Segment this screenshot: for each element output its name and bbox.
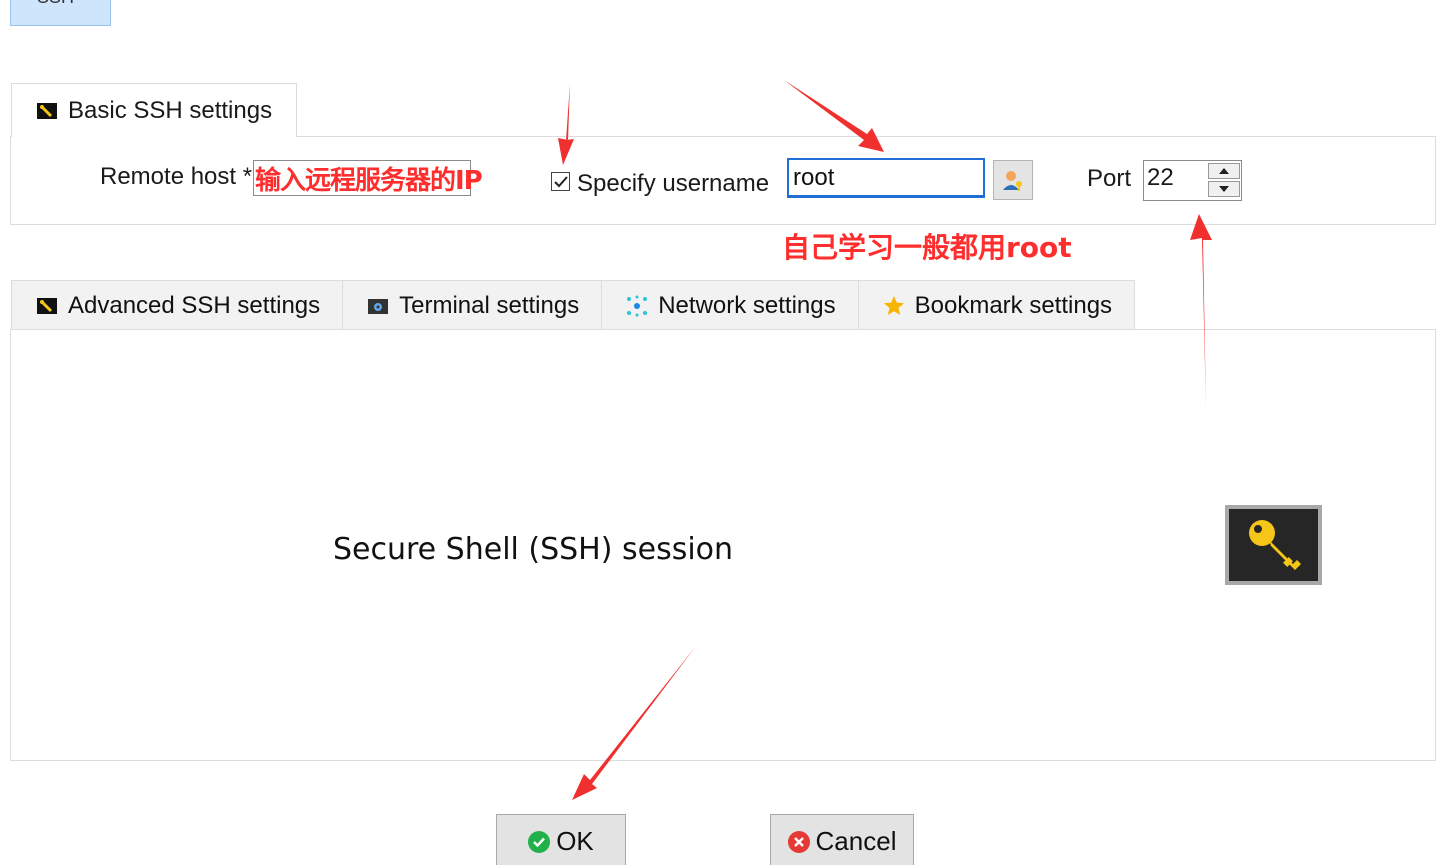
port-up-button[interactable] xyxy=(1208,163,1240,179)
username-input[interactable] xyxy=(787,158,985,198)
specify-username-checkbox[interactable] xyxy=(551,172,570,191)
port-down-button[interactable] xyxy=(1208,181,1240,197)
arrow-up-icon xyxy=(1219,168,1229,174)
tab-advanced-ssh-settings[interactable]: Advanced SSH settings xyxy=(11,280,344,330)
user-key-icon xyxy=(1003,171,1022,191)
ok-button-label: OK xyxy=(556,826,594,856)
remote-host-label: Remote host * xyxy=(100,163,253,190)
arrow-down-icon xyxy=(1219,186,1229,192)
ok-button[interactable]: OK xyxy=(496,814,626,865)
session-type-label: SSH xyxy=(37,0,74,8)
specify-username-label: Specify username xyxy=(577,170,770,197)
tab-label: Bookmark settings xyxy=(914,291,1113,319)
checkmark-icon xyxy=(554,176,568,188)
cancel-circle-icon xyxy=(787,830,810,853)
tab-terminal-settings[interactable]: Terminal settings xyxy=(342,280,603,330)
port-value: 22 xyxy=(1147,164,1174,191)
tab-bookmark-settings[interactable]: Bookmark settings xyxy=(857,280,1136,330)
port-label: Port xyxy=(1087,165,1132,192)
remote-host-annotation: 输入远程服务器的IP xyxy=(255,166,483,196)
tab-label: Terminal settings xyxy=(399,291,580,319)
terminal-icon xyxy=(367,295,389,317)
ssh-settings-icon xyxy=(36,295,58,317)
tab-basic-ssh-settings[interactable]: Basic SSH settings xyxy=(11,83,297,137)
cancel-button[interactable]: Cancel xyxy=(770,814,914,865)
network-icon xyxy=(626,295,648,317)
tab-label: Advanced SSH settings xyxy=(68,291,321,319)
cancel-button-label: Cancel xyxy=(815,826,897,856)
ssh-settings-icon xyxy=(36,100,58,122)
user-picker-button[interactable] xyxy=(993,160,1033,200)
ssh-key-icon xyxy=(1225,505,1322,585)
session-type-ssh[interactable]: SSH xyxy=(10,0,111,26)
star-icon xyxy=(883,295,905,317)
session-type-fragment xyxy=(384,0,396,4)
port-spinner[interactable] xyxy=(1208,161,1240,199)
tab-label: Basic SSH settings xyxy=(68,96,273,124)
tab-label: Network settings xyxy=(658,291,836,319)
username-annotation: 自己学习一般都用root xyxy=(782,231,1072,264)
tab-network-settings[interactable]: Network settings xyxy=(601,280,859,330)
settings-tabs: Advanced SSH settings Terminal settings … xyxy=(11,280,1136,330)
session-description: Secure Shell (SSH) session xyxy=(333,532,734,567)
check-circle-icon xyxy=(528,830,551,853)
